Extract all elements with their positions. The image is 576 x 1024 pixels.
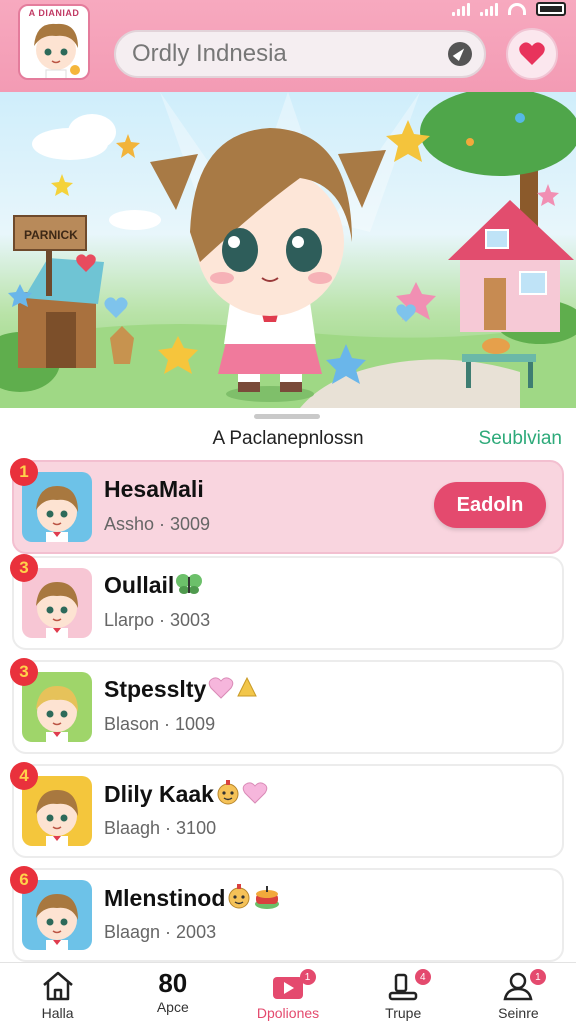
item-title-text: Mlenstinod: [104, 885, 226, 912]
heart-icon: [519, 42, 545, 65]
bottom-nav: Halla 80 Apce 1 Dpoliones 4 Trupe 1 Sein…: [0, 962, 576, 1024]
list-item[interactable]: 3 Oullail Llarpo · 3003: [10, 554, 564, 650]
nav-item-apce[interactable]: 80 Apce: [115, 963, 230, 1024]
nav-label: Dpoliones: [256, 1005, 320, 1021]
nav-item-trupe[interactable]: 4 Trupe: [346, 963, 461, 1024]
signal-icon: [452, 2, 470, 16]
app-logo[interactable]: A DIANIAD: [18, 4, 90, 80]
hero-illustration: PARNICK: [0, 92, 576, 408]
item-meta: Blason · 1009: [104, 714, 216, 734]
nav-badge: 1: [299, 969, 316, 985]
item-title-text: Stpesslty: [104, 676, 207, 703]
item-meta: Llarpo · 3003: [104, 610, 211, 630]
signal-icon-2: [480, 2, 498, 16]
rank-badge: 4: [10, 762, 38, 790]
home-icon: [42, 971, 73, 1001]
item-title: Mlenstinod: [104, 884, 281, 916]
search-input[interactable]: [132, 38, 432, 70]
item-title: Oullail: [104, 572, 203, 601]
status-bar: [452, 0, 566, 18]
list-item[interactable]: 4 Dlily Kaak Blaagh · 3100: [10, 762, 564, 858]
section-link[interactable]: Seublvian: [479, 428, 562, 450]
app-header: A DIANIAD: [0, 0, 576, 92]
nav-item-home[interactable]: Halla: [0, 963, 115, 1024]
wifi-icon: [508, 3, 526, 15]
rank-badge: 3: [10, 658, 38, 686]
rank-badge: 3: [10, 554, 38, 582]
nav-badge: 1: [529, 969, 546, 985]
face-icon: [216, 780, 240, 812]
face-icon: [227, 884, 251, 916]
item-meta: Blaagn · 2003: [104, 922, 217, 942]
nav-item-seinre[interactable]: 1 Seinre: [461, 963, 576, 1024]
item-meta: Assho · 3009: [104, 514, 211, 534]
pink-heart-icon: [208, 676, 234, 706]
nav-label: Trupe: [385, 1005, 422, 1021]
hero-banner[interactable]: PARNICK: [0, 92, 576, 408]
item-title-text: Oullail: [104, 572, 175, 598]
nav-item-dpoliones[interactable]: 1 Dpoliones: [230, 963, 345, 1024]
nav-label: Halla: [41, 1005, 74, 1021]
yellow-cone-icon: [236, 676, 258, 706]
sign-text: PARNICK: [24, 228, 78, 242]
cloud-icon: [32, 114, 161, 230]
nav-label: Seinre: [498, 1005, 539, 1021]
favorites-button[interactable]: [506, 28, 558, 80]
drag-handle[interactable]: [254, 414, 320, 419]
nav-badge: 4: [414, 969, 431, 985]
item-title: HesaMali: [104, 476, 204, 503]
list-item[interactable]: 6 Mlenstinod Blaagn · 2003: [10, 866, 564, 962]
battery-icon: [536, 2, 566, 16]
action-button[interactable]: Eadoln: [434, 482, 546, 528]
item-title: Stpesslty: [104, 676, 258, 706]
nav-number: 80: [158, 968, 188, 998]
rank-badge: 1: [10, 458, 38, 486]
item-title-text: HesaMali: [104, 476, 204, 502]
compass-icon[interactable]: [448, 42, 472, 66]
item-title-text: Dlily Kaak: [104, 781, 214, 808]
butterfly-icon: [176, 573, 203, 601]
item-title: Dlily Kaak: [104, 780, 268, 812]
search-bar[interactable]: [114, 30, 486, 78]
list-item[interactable]: 3 Stpesslty Blason · 1009: [10, 658, 564, 754]
cake-icon: [253, 884, 281, 916]
logo-text: A DIANIAD: [28, 8, 80, 18]
rank-badge: 6: [10, 866, 38, 894]
list-item[interactable]: 1 HesaMali Assho · 3009 Eadoln: [10, 458, 564, 554]
item-meta: Blaagh · 3100: [104, 818, 217, 838]
nav-label: Apce: [156, 999, 189, 1015]
pink-heart-icon: [242, 781, 268, 811]
